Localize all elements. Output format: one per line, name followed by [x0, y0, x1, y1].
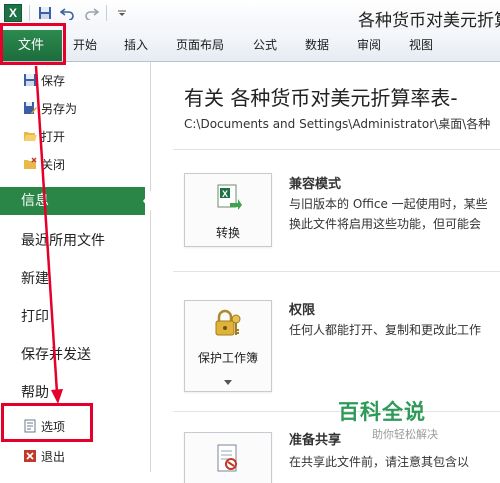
svg-text:X: X — [222, 189, 228, 199]
watermark-subtitle: 助你轻松解决 — [372, 428, 438, 441]
menu-item-save[interactable]: 保存 — [0, 68, 150, 92]
highlight-box-options — [1, 403, 93, 442]
divider — [173, 411, 500, 412]
protect-workbook-label: 保护工作簿 — [197, 351, 258, 365]
menu-item-close[interactable]: 关闭 — [0, 152, 150, 176]
toolbar-divider — [106, 5, 107, 21]
save-as-icon — [22, 100, 38, 116]
menu-item-label: 打开 — [41, 129, 66, 144]
compatibility-description-line: 与旧版本的 Office 一起使用时，某些 — [289, 197, 488, 211]
menu-item-save-as[interactable]: 另存为 — [0, 96, 150, 120]
excel-app-icon[interactable]: X — [4, 4, 22, 22]
protect-workbook-button[interactable]: 保护工作簿 — [184, 300, 272, 392]
compatibility-description-line: 换此文件将启用这些功能，但可能会 — [289, 217, 482, 231]
prepare-sharing-description-line: 在共享此文件前，请注意其包含以 — [289, 455, 470, 469]
save-icon — [22, 72, 38, 88]
info-panel: 有关 各种货币对美元折算率表- C:\Documents and Setting… — [151, 62, 500, 483]
convert-button[interactable]: X 转换 — [184, 173, 272, 247]
prepare-sharing-heading: 准备共享 — [289, 433, 342, 448]
tab-data[interactable]: 数据 — [305, 30, 329, 61]
menu-item-exit[interactable]: 退出 — [0, 444, 150, 468]
menu-item-label: 退出 — [41, 449, 66, 464]
selected-indicator — [143, 191, 151, 211]
permissions-description-line: 任何人都能打开、复制和更改此工作 — [289, 323, 482, 337]
watermark-title: 百科全说 — [338, 400, 426, 424]
page-title: 有关 各种货币对美元折算率表- — [184, 86, 458, 110]
customize-toolbar-icon[interactable] — [114, 5, 130, 21]
permissions-heading: 权限 — [289, 303, 316, 318]
exit-icon — [22, 448, 38, 464]
tab-page-layout[interactable]: 页面布局 — [176, 30, 224, 61]
title-bar: X 各种货币对美元折算 — [0, 0, 500, 31]
chevron-down-icon — [224, 371, 232, 390]
menu-item-label: 关闭 — [41, 157, 66, 172]
convert-button-label: 转换 — [215, 226, 240, 240]
menu-item-label: 保存 — [41, 73, 66, 88]
lock-key-icon — [214, 309, 242, 343]
divider — [173, 271, 500, 272]
quick-access-toolbar: X — [4, 4, 130, 22]
highlight-box-file-tab — [0, 23, 66, 65]
open-folder-icon — [22, 128, 38, 144]
menu-item-label: 另存为 — [41, 101, 78, 116]
compatibility-mode-heading: 兼容模式 — [289, 177, 342, 192]
tab-insert[interactable]: 插入 — [124, 30, 148, 61]
tab-formulas[interactable]: 公式 — [253, 30, 277, 61]
check-issues-button[interactable] — [184, 432, 272, 483]
close-folder-icon — [22, 156, 38, 172]
menu-item-save-send[interactable]: 保存并发送 — [0, 336, 150, 372]
toolbar-divider — [29, 5, 30, 21]
menu-item-open[interactable]: 打开 — [0, 124, 150, 148]
redo-icon[interactable] — [83, 5, 99, 21]
window-title: 各种货币对美元折算 — [358, 11, 500, 31]
divider — [173, 149, 500, 150]
file-path: C:\Documents and Settings\Administrator\… — [184, 117, 491, 131]
menu-item-print[interactable]: 打印 — [0, 298, 150, 334]
ribbon-tab-bar: 文件 开始 插入 页面布局 公式 数据 审阅 视图 — [0, 30, 500, 62]
tab-view[interactable]: 视图 — [409, 30, 433, 61]
excel-convert-icon: X — [216, 183, 242, 215]
menu-item-info[interactable]: 信息 — [0, 187, 145, 215]
undo-icon[interactable] — [60, 5, 76, 21]
save-icon[interactable] — [37, 5, 53, 21]
tab-home[interactable]: 开始 — [73, 30, 97, 61]
menu-item-recent[interactable]: 最近所用文件 — [0, 222, 150, 258]
tab-review[interactable]: 审阅 — [357, 30, 381, 61]
menu-item-new[interactable]: 新建 — [0, 260, 150, 296]
